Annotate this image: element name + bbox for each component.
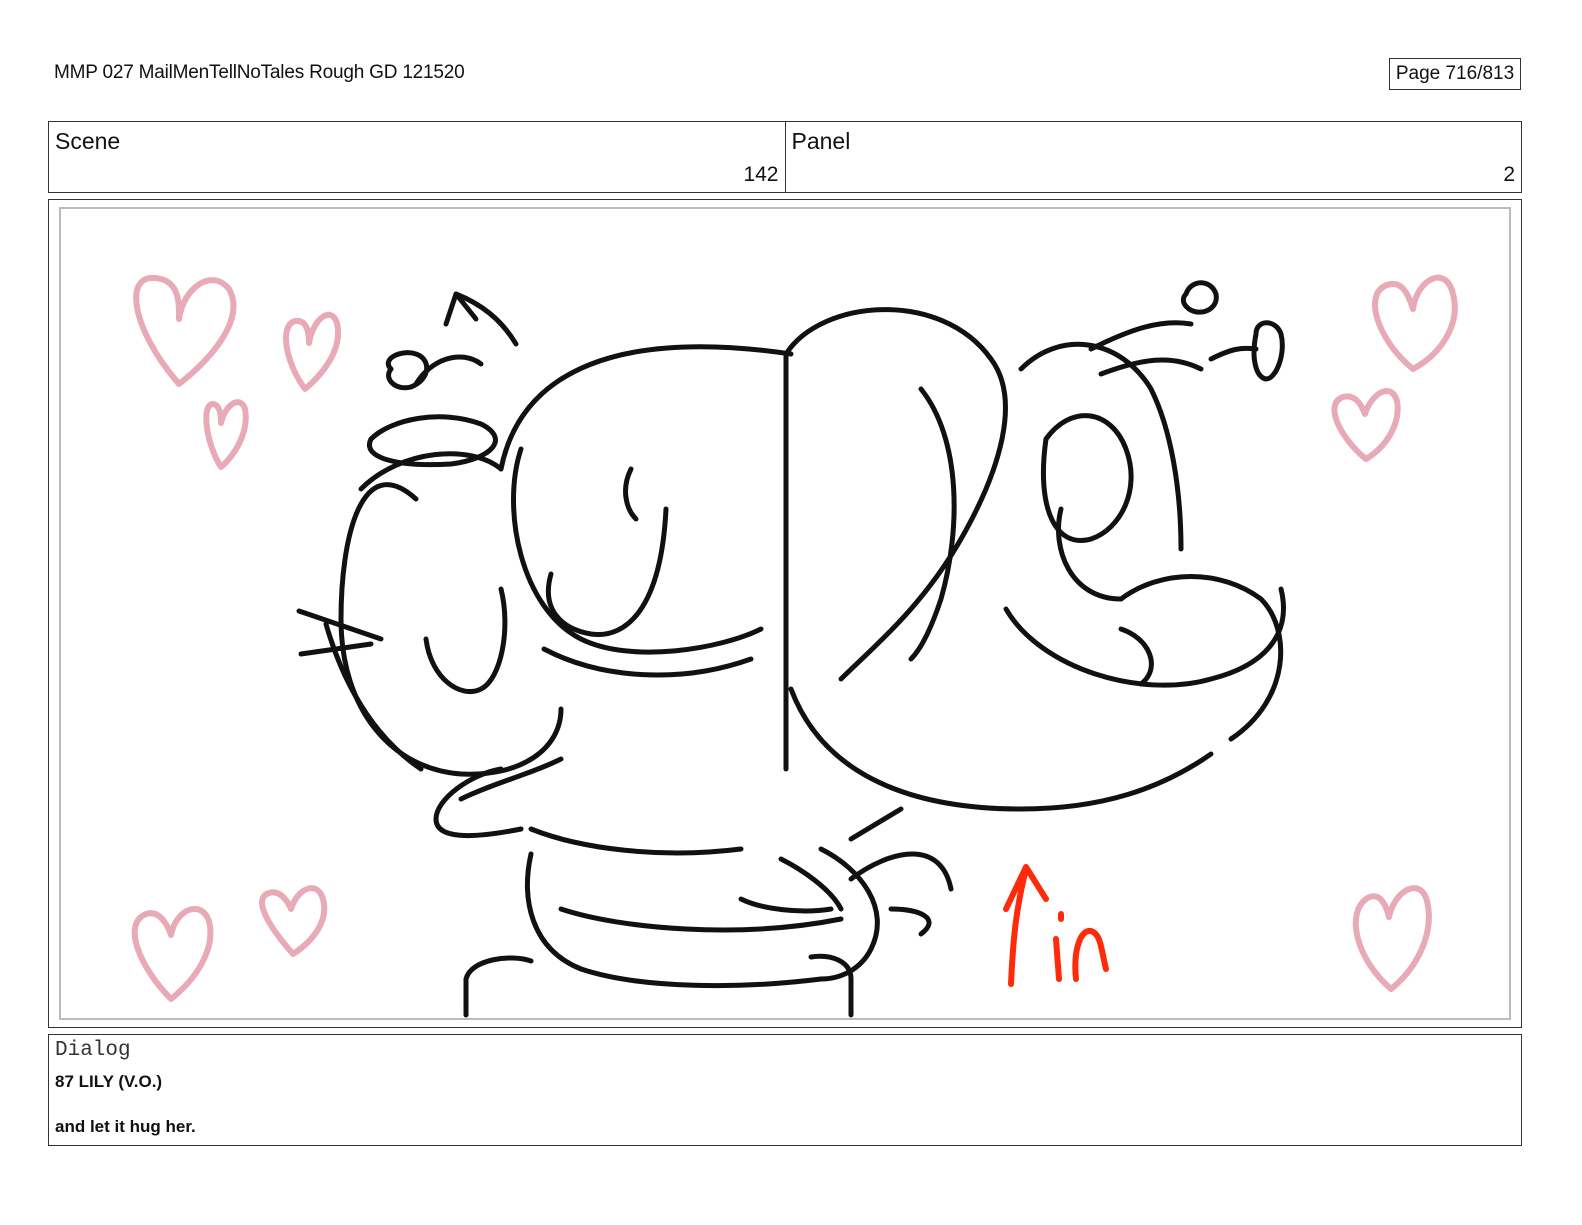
storyboard-panel-frame [48, 199, 1522, 1028]
scene-label: Scene [55, 128, 121, 154]
character-hug-sketch [296, 280, 1286, 1018]
heart-icon [283, 311, 342, 392]
heart-icon [133, 274, 237, 387]
heart-icon [1352, 885, 1432, 992]
dialog-box: Dialog 87 LILY (V.O.) and let it hug her… [48, 1034, 1522, 1146]
panel-number: 2 [1503, 163, 1515, 186]
dialog-speaker: 87 LILY (V.O.) [55, 1072, 163, 1091]
dialog-line: and let it hug her. [55, 1117, 196, 1136]
panel-cell: Panel 2 [784, 122, 1522, 192]
page-number: Page 716/813 [1389, 58, 1521, 90]
heart-icon [131, 906, 214, 1002]
scene-cell: Scene 142 [49, 122, 785, 192]
heart-icon [1331, 388, 1401, 462]
dialog-label: Dialog [55, 1039, 131, 1062]
storyboard-sketch [131, 274, 1458, 1018]
storyboard-drawing-area [59, 207, 1511, 1020]
heart-icon [1372, 274, 1458, 372]
red-movement-arrow [1003, 864, 1109, 987]
scene-panel-table: Scene 142 Panel 2 [48, 121, 1522, 193]
scene-number: 142 [743, 163, 779, 186]
heart-icon [259, 885, 328, 957]
document-title: MMP 027 MailMenTellNoTales Rough GD 1215… [54, 62, 465, 83]
panel-label: Panel [791, 128, 851, 154]
heart-icon [203, 399, 249, 470]
